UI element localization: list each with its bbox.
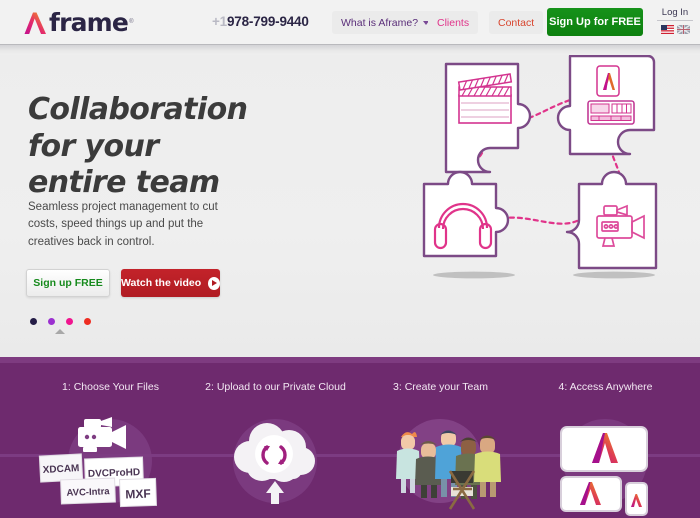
step-2-illustration (233, 419, 317, 504)
phone-country-code: +1 (212, 14, 227, 29)
header-signup-button[interactable]: Sign Up for FREE (547, 8, 643, 36)
header-shadow (0, 45, 700, 55)
step-choose-your-files[interactable]: 1: Choose Your Files XDCAM DVCProHD AVC-… (23, 381, 198, 508)
puzzle-shadow-left (433, 271, 515, 279)
step-create-your-team[interactable]: 3: Create your Team (353, 381, 528, 510)
step-3-illustration (396, 419, 501, 510)
puzzle-shadow-right (573, 271, 655, 279)
step-4-label: 4: Access Anywhere (558, 381, 653, 393)
format-card-mxf: MXF (119, 477, 157, 508)
phone-digits: 978-799-9440 (227, 14, 309, 29)
carousel-dots (30, 318, 91, 325)
hero-puzzle-illustration (422, 54, 658, 279)
desktop-device-icon (560, 426, 648, 472)
nav-clients[interactable]: Clients (428, 11, 479, 34)
us-flag-icon[interactable] (660, 25, 674, 34)
format-card-xdcam: XDCAM (38, 453, 84, 483)
tablet-device-icon (560, 476, 622, 512)
hero-headline-line-2: for your (28, 128, 159, 164)
logo-registered-mark: ® (129, 19, 134, 25)
step-access-anywhere[interactable]: 4: Access Anywhere (518, 381, 693, 516)
carousel-dot-2[interactable] (48, 318, 55, 325)
step-1-illustration: XDCAM DVCProHD AVC-Intra MXF (38, 417, 157, 508)
carousel-dot-1[interactable] (30, 318, 37, 325)
puzzle-piece-clapperboard (444, 62, 532, 174)
logo-wordmark: frame (49, 7, 129, 37)
clapperboard-icon (457, 73, 513, 124)
puzzle-piece-headphones (422, 170, 510, 258)
carousel-dot-4[interactable] (84, 318, 91, 325)
play-icon (208, 276, 220, 290)
step-3-label: 3: Create your Team (393, 381, 488, 393)
nav-what-is-aframe[interactable]: What is Aframe? (332, 11, 439, 34)
nav-label-clients: Clients (437, 16, 470, 29)
header-phone-number[interactable]: +1978-799-9440 (212, 14, 309, 29)
svg-text:XDCAM: XDCAM (42, 463, 79, 476)
carousel-pointer-icon (55, 329, 65, 334)
uk-flag-icon[interactable] (676, 25, 690, 34)
login-link[interactable]: Log In (657, 7, 693, 21)
steps-band: 1: Choose Your Files XDCAM DVCProHD AVC-… (0, 357, 700, 518)
step-4-illustration (560, 419, 648, 516)
band-top-strip (0, 357, 700, 363)
puzzle-piece-video-camera (565, 170, 658, 270)
hero-headline: Collaboration for your entire team (28, 92, 248, 202)
step-1-label: 1: Choose Your Files (62, 381, 159, 393)
phone-device-icon (625, 482, 648, 516)
puzzle-piece-tablet-editor (556, 54, 656, 156)
carousel-dot-3[interactable] (66, 318, 73, 325)
watch-video-label: Watch the video (121, 277, 202, 289)
svg-text:AVC-Intra: AVC-Intra (66, 486, 110, 499)
nav-label-what-is-aframe: What is Aframe? (341, 16, 419, 29)
step-upload-private-cloud[interactable]: 2: Upload to our Private Cloud (188, 381, 363, 504)
aframe-chevron-logo-icon (24, 12, 46, 34)
svg-text:MXF: MXF (125, 487, 151, 502)
nav-contact[interactable]: Contact (489, 11, 544, 34)
hero-section: Collaboration for your entire team Seaml… (0, 46, 700, 357)
nav-label-contact: Contact (498, 16, 535, 29)
site-header: frame ® +1978-799-9440 What is Aframe? C… (0, 0, 700, 45)
hero-watch-video-button[interactable]: Watch the video (121, 269, 220, 297)
hero-headline-line-3: entire team (28, 165, 220, 201)
hero-subtext: Seamless project management to cut costs… (28, 201, 218, 248)
aframe-logo[interactable]: frame ® (23, 8, 134, 36)
hero-signup-button[interactable]: Sign up FREE (26, 269, 110, 297)
director-chair-icon (448, 470, 476, 510)
language-flags (657, 25, 693, 34)
step-2-label: 2: Upload to our Private Cloud (205, 381, 346, 393)
format-card-avc-intra: AVC-Intra (60, 477, 116, 505)
login-area: Log In (657, 7, 693, 34)
hero-headline-line-1: Collaboration (28, 92, 248, 127)
